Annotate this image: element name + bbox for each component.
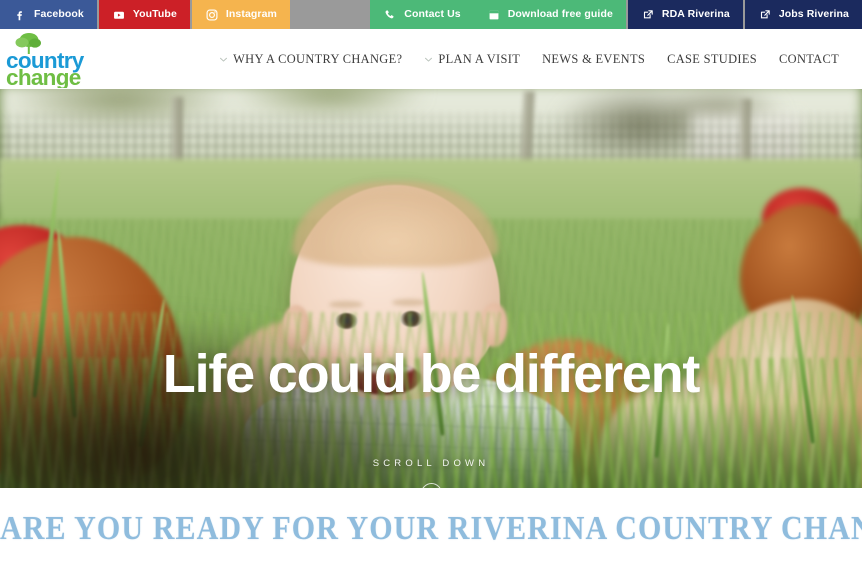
external-link-icon — [641, 8, 655, 22]
nav-item-label: NEWS & EVENTS — [542, 51, 646, 66]
phone-icon — [383, 8, 397, 22]
social-link-facebook[interactable]: Facebook — [0, 0, 97, 29]
contact-us-button[interactable]: Contact Us — [370, 0, 474, 29]
chevron-down-icon — [424, 55, 433, 64]
intro-section: ARE YOU READY FOR YOUR RIVERINA COUNTRY … — [0, 488, 862, 575]
social-link-youtube[interactable]: YouTube — [98, 0, 190, 29]
utility-actions-group: Contact Us Download free guide RDA River… — [370, 0, 862, 29]
site-header: country change WHY A COUNTRY CHANGE? PLA… — [0, 29, 862, 89]
hero-banner: Life could be different SCROLL DOWN — [0, 89, 862, 488]
scroll-down-indicator[interactable]: SCROLL DOWN — [0, 459, 862, 488]
rda-riverina-link[interactable]: RDA Riverina — [627, 0, 743, 29]
nav-item-news-and-events[interactable]: NEWS & EVENTS — [531, 51, 656, 66]
top-utility-bar: Facebook YouTube Instagram Contact Us Do… — [0, 0, 862, 29]
mouse-scroll-icon — [420, 482, 442, 488]
jobs-riverina-link[interactable]: Jobs Riverina — [744, 0, 862, 29]
social-link-label: YouTube — [132, 8, 177, 21]
scroll-down-label: SCROLL DOWN — [372, 458, 490, 469]
main-navigation: WHY A COUNTRY CHANGE? PLAN A VISIT NEWS … — [208, 29, 850, 89]
baby-brow — [392, 299, 426, 306]
hero-background-image — [0, 89, 862, 488]
jobs-riverina-label: Jobs Riverina — [778, 8, 849, 21]
social-link-label: Instagram — [225, 8, 277, 21]
nav-item-label: WHY A COUNTRY CHANGE? — [233, 51, 403, 66]
nav-item-label: CASE STUDIES — [667, 51, 758, 66]
baby-hair — [292, 181, 498, 267]
external-link-icon — [758, 8, 772, 22]
social-links-group: Facebook YouTube Instagram — [0, 0, 290, 29]
nav-item-why-a-country-change[interactable]: WHY A COUNTRY CHANGE? — [208, 51, 413, 66]
contact-us-label: Contact Us — [404, 8, 461, 21]
download-free-guide-button[interactable]: Download free guide — [473, 0, 626, 29]
site-logo[interactable]: country change — [4, 30, 100, 88]
instagram-icon — [205, 8, 219, 22]
social-link-label: Facebook — [34, 8, 84, 21]
nav-item-case-studies[interactable]: CASE STUDIES — [656, 51, 768, 66]
svg-text:change: change — [6, 65, 81, 88]
section-heading: ARE YOU READY FOR YOUR RIVERINA COUNTRY … — [0, 510, 862, 547]
nav-item-label: PLAN A VISIT — [438, 51, 521, 66]
nav-item-contact[interactable]: CONTACT — [768, 51, 850, 66]
nav-item-plan-a-visit[interactable]: PLAN A VISIT — [413, 51, 531, 66]
youtube-icon — [112, 8, 126, 22]
nav-item-label: CONTACT — [779, 51, 839, 66]
book-icon — [487, 8, 501, 22]
chevron-down-icon — [219, 55, 228, 64]
social-link-instagram[interactable]: Instagram — [191, 0, 290, 29]
download-free-guide-label: Download free guide — [507, 8, 613, 21]
rda-riverina-label: RDA Riverina — [661, 8, 730, 21]
hero-headline: Life could be different — [162, 344, 701, 404]
baby-brow — [329, 301, 363, 308]
facebook-icon — [13, 8, 27, 22]
